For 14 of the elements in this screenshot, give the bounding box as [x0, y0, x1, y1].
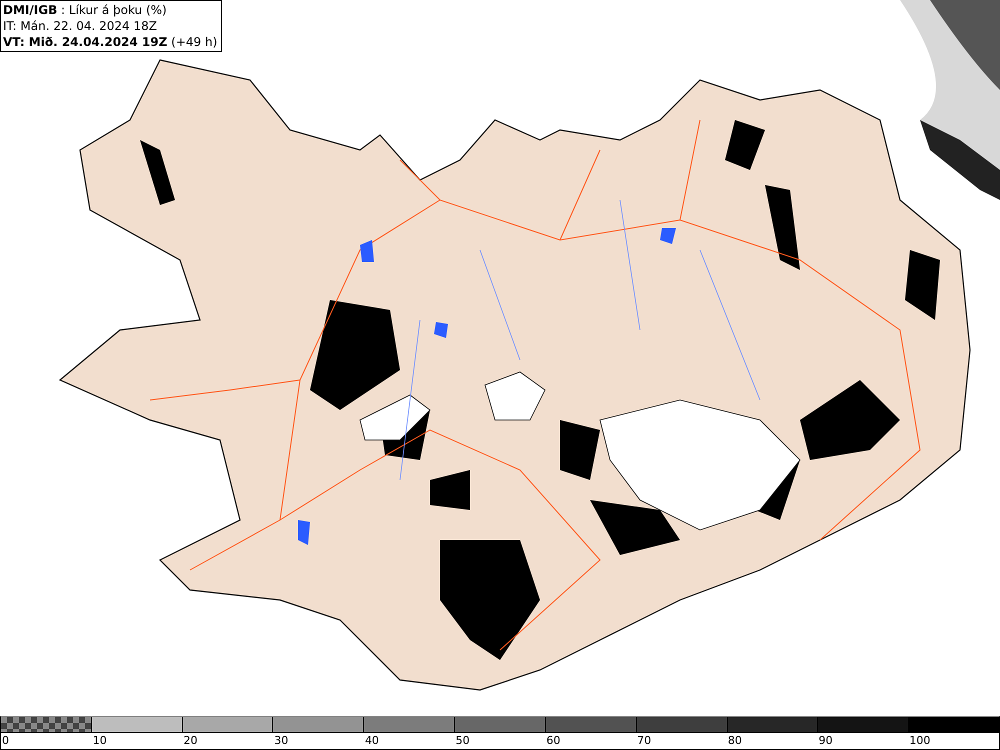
legend-label: 60: [546, 734, 560, 747]
legend-label: 10: [92, 734, 107, 747]
legend-label: 30: [274, 734, 288, 747]
legend-label: 40: [364, 734, 379, 747]
legend-label: 80: [728, 734, 742, 747]
legend-label: 20: [183, 734, 198, 747]
legend-label: 50: [456, 734, 470, 747]
legend-label: 100: [909, 734, 930, 747]
valid-time: VT: Mið. 24.04.2024 19Z (+49 h): [3, 34, 218, 50]
map-title: DMI/IGB : Líkur á þoku (%): [3, 2, 168, 18]
issue-time: IT: Mán. 22. 04. 2024 18Z: [3, 18, 158, 34]
legend-label: 90: [818, 734, 833, 747]
legend-label: 0: [2, 734, 9, 747]
legend-label: 70: [637, 734, 652, 747]
